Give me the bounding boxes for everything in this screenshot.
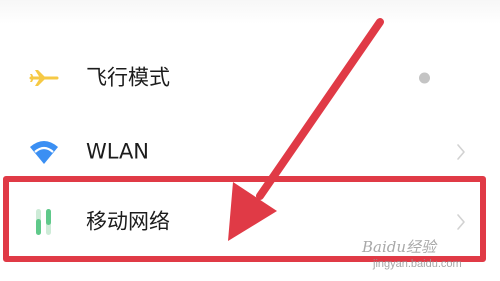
wifi-icon [28,136,60,168]
watermark-url: jingyan.baidu.com [373,258,462,270]
chevron-right-icon [455,142,467,162]
settings-item-airplane-mode[interactable]: 飞行模式 [0,42,500,114]
settings-item-label: WLAN [86,139,150,164]
airplane-icon [28,62,60,94]
top-fade [0,0,500,24]
watermark-logo: Baidu经验 [362,238,437,256]
settings-item-label: 飞行模式 [86,65,170,90]
settings-screen: 飞行模式 WLAN 移动网络 Baidu经验 jingyan.baidu.com [0,0,500,281]
airplane-toggle[interactable] [419,72,430,84]
